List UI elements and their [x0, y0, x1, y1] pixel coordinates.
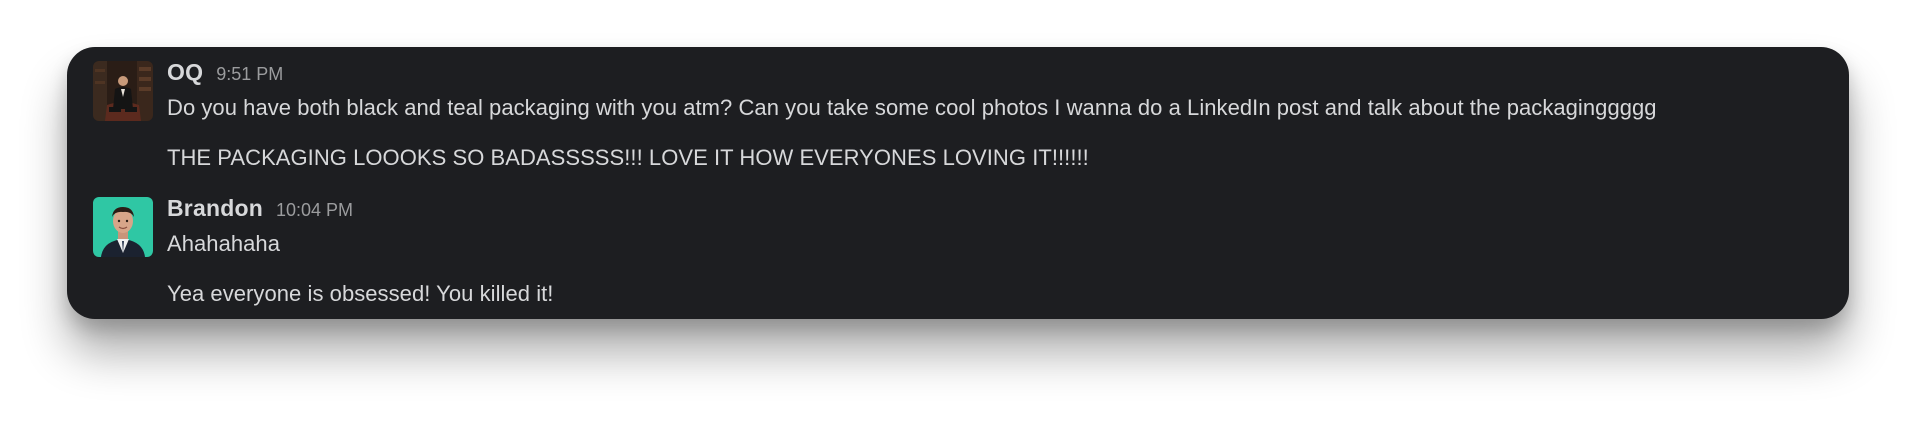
message-group-brandon: Brandon 10:04 PM Ahahahaha Yea everyone … — [67, 183, 1849, 319]
page: OQ 9:51 PM Do you have both black and te… — [0, 0, 1920, 439]
avatar-oq[interactable] — [93, 61, 153, 121]
message-thread-card: OQ 9:51 PM Do you have both black and te… — [67, 47, 1849, 319]
message-timestamp[interactable]: 9:51 PM — [216, 64, 283, 85]
message-timestamp[interactable]: 10:04 PM — [276, 200, 353, 221]
message-text: Yea everyone is obsessed! You killed it! — [167, 281, 554, 306]
dark-portrait-avatar-icon — [93, 61, 153, 121]
message-text: Do you have both black and teal packagin… — [167, 95, 1657, 120]
message-text: THE PACKAGING LOOOKS SO BADASSSSS!!! LOV… — [167, 145, 1089, 170]
author-name[interactable]: Brandon — [167, 195, 263, 222]
author-name[interactable]: OQ — [167, 59, 203, 86]
message-text: Ahahahaha — [167, 231, 281, 256]
teal-portrait-avatar-icon — [93, 197, 153, 257]
avatar-brandon[interactable] — [93, 197, 153, 257]
message-group-oq: OQ 9:51 PM Do you have both black and te… — [67, 47, 1849, 177]
